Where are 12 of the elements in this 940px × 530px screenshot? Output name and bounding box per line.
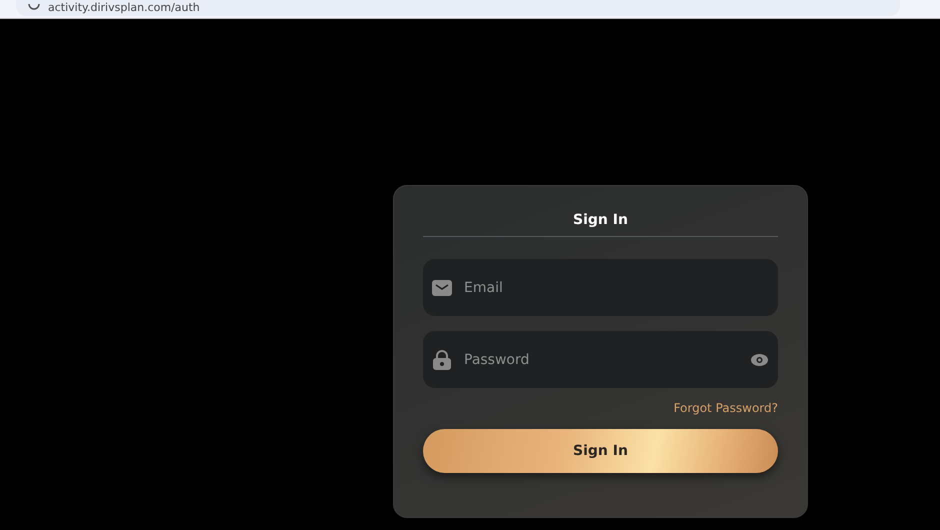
address-text: activity.dirivsplan.com/auth bbox=[48, 1, 200, 14]
lock-icon bbox=[432, 350, 452, 370]
mail-icon bbox=[432, 280, 452, 296]
address-bar[interactable]: activity.dirivsplan.com/auth bbox=[16, 0, 900, 16]
sign-in-title: Sign In bbox=[572, 212, 629, 230]
email-field[interactable]: Email bbox=[462, 278, 768, 296]
eye-icon[interactable] bbox=[751, 354, 768, 366]
email-box[interactable]: Email bbox=[423, 259, 778, 316]
password-box[interactable]: Password bbox=[423, 331, 778, 388]
sign-in-button[interactable]: Sign In bbox=[423, 429, 778, 473]
password-field[interactable]: Password bbox=[462, 350, 741, 368]
forgot-password-link[interactable]: Forgot Password? bbox=[674, 401, 778, 415]
